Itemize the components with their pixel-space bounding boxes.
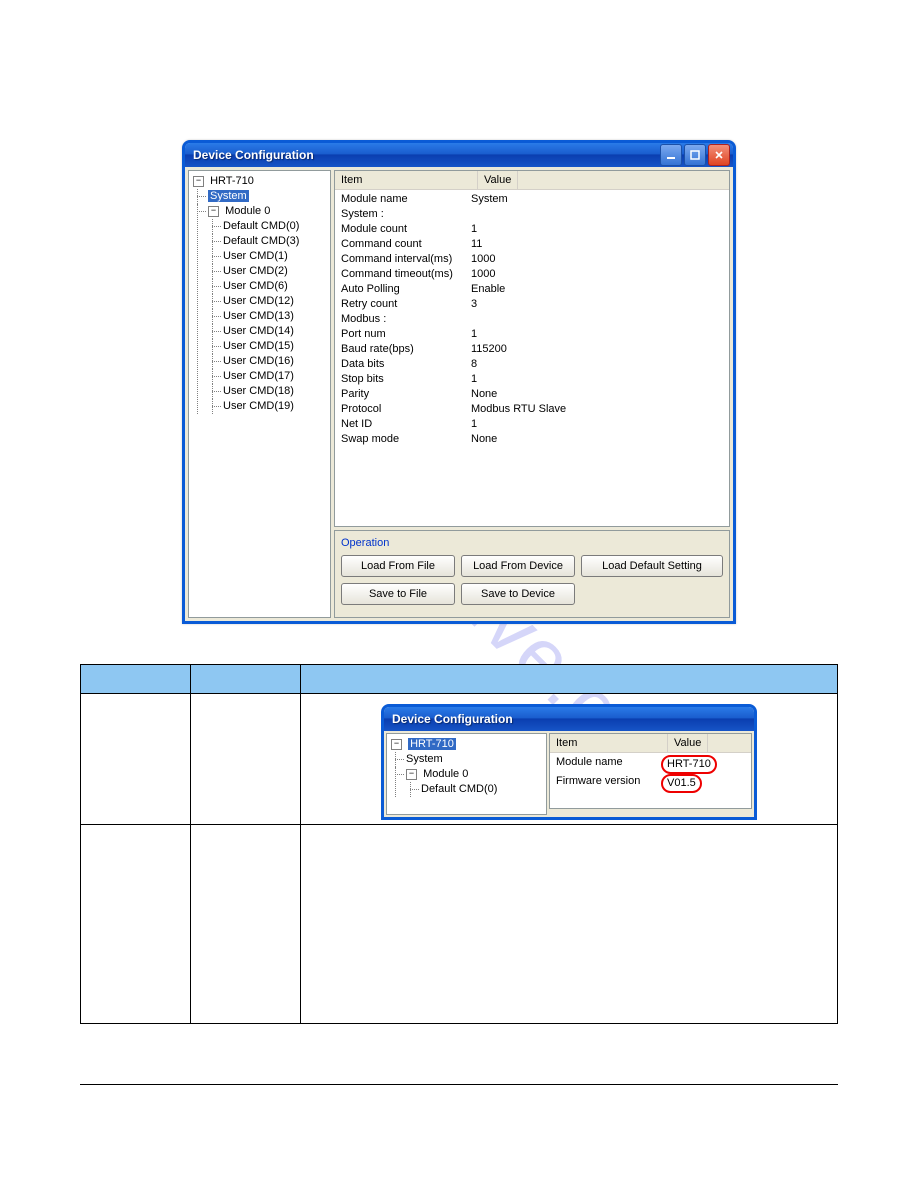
tree-item[interactable]: User CMD(19) xyxy=(223,400,294,412)
device-config-mini-window: Device Configuration − HRT-710 System xyxy=(381,704,757,820)
maximize-button[interactable] xyxy=(684,144,706,166)
save-to-device-button[interactable]: Save to Device xyxy=(461,583,575,605)
info-key: Protocol xyxy=(341,402,471,417)
minimize-button[interactable] xyxy=(660,144,682,166)
info-key: Module name xyxy=(341,192,471,207)
doc-table: Device Configuration − HRT-710 System xyxy=(80,664,838,1024)
info-key: Net ID xyxy=(341,417,471,432)
load-default-button[interactable]: Load Default Setting xyxy=(581,555,723,577)
info-key: Auto Polling xyxy=(341,282,471,297)
column-header-item: Item xyxy=(550,734,668,752)
info-key: Port num xyxy=(341,327,471,342)
titlebar[interactable]: Device Configuration xyxy=(384,707,754,731)
collapse-icon[interactable]: − xyxy=(193,176,204,187)
close-button[interactable] xyxy=(708,144,730,166)
load-from-device-button[interactable]: Load From Device xyxy=(461,555,575,577)
info-value: 1 xyxy=(471,222,477,237)
info-value: 115200 xyxy=(471,342,507,357)
info-key: Stop bits xyxy=(341,372,471,387)
info-panel: Item Value Module name HRT-710 Firmware … xyxy=(549,733,752,809)
window-title: Device Configuration xyxy=(392,712,751,726)
tree-item[interactable]: User CMD(13) xyxy=(223,310,294,322)
device-config-window: Device Configuration − HRT-710 xyxy=(182,140,736,624)
info-value: 11 xyxy=(471,237,482,252)
column-header-value: Value xyxy=(668,734,708,752)
info-value: 8 xyxy=(471,357,477,372)
info-key: Swap mode xyxy=(341,432,471,447)
info-key: System : xyxy=(341,207,471,222)
tree-item[interactable]: User CMD(18) xyxy=(223,385,294,397)
titlebar[interactable]: Device Configuration xyxy=(185,143,733,167)
info-value: 1 xyxy=(471,372,477,387)
tree-item-system[interactable]: System xyxy=(208,190,249,202)
info-value: Enable xyxy=(471,282,505,297)
info-value: 1 xyxy=(471,327,477,342)
column-header-item: Item xyxy=(335,171,478,189)
info-key: Data bits xyxy=(341,357,471,372)
operation-panel: Operation Load From File Load From Devic… xyxy=(334,530,730,618)
tree-item[interactable]: Default CMD(0) xyxy=(223,220,299,232)
info-key: Command interval(ms) xyxy=(341,252,471,267)
tree-item-module[interactable]: Module 0 xyxy=(225,205,270,217)
column-header-value: Value xyxy=(478,171,518,189)
highlighted-value: V01.5 xyxy=(661,774,702,793)
tree-item[interactable]: User CMD(15) xyxy=(223,340,294,352)
info-key: Retry count xyxy=(341,297,471,312)
save-to-file-button[interactable]: Save to File xyxy=(341,583,455,605)
info-value: 1000 xyxy=(471,267,495,282)
info-key: Firmware version xyxy=(556,774,661,793)
tree-root[interactable]: HRT-710 xyxy=(210,175,254,187)
tree-item[interactable]: User CMD(1) xyxy=(223,250,288,262)
info-value: None xyxy=(471,387,497,402)
info-key: Module name xyxy=(556,755,661,774)
tree-root[interactable]: HRT-710 xyxy=(408,738,456,750)
collapse-icon[interactable]: − xyxy=(391,739,402,750)
tree-item[interactable]: User CMD(2) xyxy=(223,265,288,277)
tree-item-module[interactable]: Module 0 xyxy=(423,768,468,780)
tree-item[interactable]: User CMD(12) xyxy=(223,295,294,307)
footer-divider xyxy=(80,1084,838,1085)
info-key: Parity xyxy=(341,387,471,402)
window-title: Device Configuration xyxy=(193,148,660,162)
info-key: Command count xyxy=(341,237,471,252)
highlighted-value: HRT-710 xyxy=(661,755,717,774)
tree-item[interactable]: User CMD(16) xyxy=(223,355,294,367)
load-from-file-button[interactable]: Load From File xyxy=(341,555,455,577)
info-key: Baud rate(bps) xyxy=(341,342,471,357)
collapse-icon[interactable]: − xyxy=(406,769,417,780)
tree-item[interactable]: Default CMD(0) xyxy=(421,783,497,795)
info-value: 1 xyxy=(471,417,477,432)
info-key: Module count xyxy=(341,222,471,237)
info-value: None xyxy=(471,432,497,447)
collapse-icon[interactable]: − xyxy=(208,206,219,217)
info-value: 3 xyxy=(471,297,477,312)
operation-title: Operation xyxy=(341,537,723,549)
tree-item[interactable]: Default CMD(3) xyxy=(223,235,299,247)
info-value: System xyxy=(471,192,508,207)
device-tree[interactable]: − HRT-710 System − Module 0 Default CMD(… xyxy=(386,733,547,815)
info-value: 1000 xyxy=(471,252,495,267)
tree-item[interactable]: User CMD(17) xyxy=(223,370,294,382)
info-key: Modbus : xyxy=(341,312,471,327)
tree-item[interactable]: User CMD(6) xyxy=(223,280,288,292)
tree-item-system[interactable]: System xyxy=(406,753,443,765)
device-tree[interactable]: − HRT-710 System − Module 0 Default CMD(… xyxy=(188,170,331,618)
info-value: Modbus RTU Slave xyxy=(471,402,566,417)
info-panel: Item Value Module nameSystemSystem :Modu… xyxy=(334,170,730,527)
tree-item[interactable]: User CMD(14) xyxy=(223,325,294,337)
info-key: Command timeout(ms) xyxy=(341,267,471,282)
